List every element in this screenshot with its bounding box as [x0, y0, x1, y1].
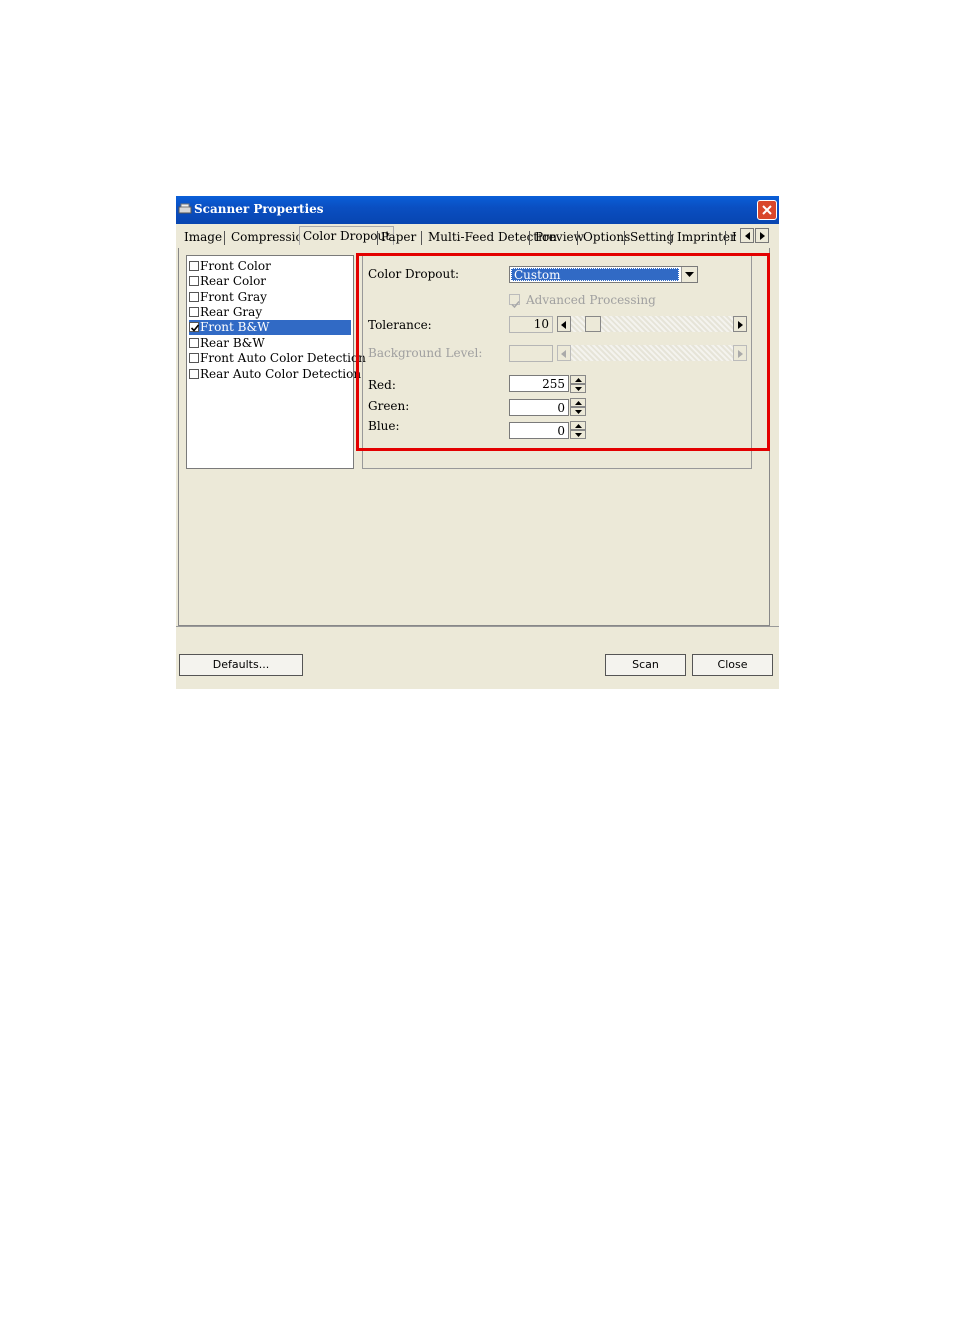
close-icon [762, 205, 772, 215]
tab-color-dropout[interactable]: Color Dropout [299, 226, 395, 245]
list-item-selected[interactable]: Front B&W [189, 320, 351, 335]
tab-truncated[interactable]: I [732, 230, 737, 244]
list-item[interactable]: Rear Gray [189, 305, 351, 320]
tab-paper[interactable]: Paper [381, 230, 416, 244]
footer-divider [176, 626, 779, 627]
tab-imprinter[interactable]: Imprinter [677, 230, 736, 244]
scanner-properties-window: Scanner Properties Image Compression Col… [176, 196, 779, 689]
list-item[interactable]: Front Color [189, 259, 351, 274]
arrow-left-icon [745, 232, 750, 240]
image-type-list[interactable]: Front Color Rear Color Front Gray Rear G… [186, 255, 366, 469]
checkbox[interactable] [189, 261, 199, 271]
checkbox[interactable] [189, 353, 199, 363]
list-item[interactable]: Rear Color [189, 274, 351, 289]
checkbox[interactable] [189, 276, 199, 286]
checkbox[interactable] [189, 338, 199, 348]
checkbox-checked[interactable] [189, 322, 200, 332]
scanner-icon [178, 203, 192, 214]
list-item[interactable]: Rear B&W [189, 336, 351, 351]
list-item-label: Rear Gray [200, 305, 263, 319]
list-item[interactable]: Front Auto Color Detection [189, 351, 366, 366]
tab-scroll-right-button[interactable] [755, 228, 769, 243]
window-title: Scanner Properties [194, 202, 324, 216]
tab-scroll-left-button[interactable] [740, 228, 754, 243]
tab-separator [624, 231, 625, 245]
tab-image[interactable]: Image [184, 230, 222, 244]
list-item-label: Front Auto Color Detection [200, 351, 366, 365]
tab-strip: Image Compression Color Dropout Paper Mu… [176, 226, 779, 248]
close-window-button[interactable] [757, 200, 777, 220]
list-item[interactable]: Rear Auto Color Detection [189, 367, 361, 382]
tab-separator [725, 231, 726, 245]
highlight-box [356, 253, 770, 451]
list-item-label: Front Color [200, 259, 271, 273]
arrow-right-icon [760, 232, 765, 240]
checkbox[interactable] [189, 369, 199, 379]
checkbox[interactable] [189, 307, 199, 317]
list-item-label: Rear Auto Color Detection [200, 367, 362, 381]
close-button[interactable]: Close [692, 654, 773, 676]
checkmark-icon [190, 324, 200, 332]
defaults-button[interactable]: Defaults... [179, 654, 303, 676]
scan-button[interactable]: Scan [605, 654, 686, 676]
tab-separator [377, 231, 378, 245]
tab-separator [224, 231, 225, 245]
list-item-label: Front Gray [200, 290, 267, 304]
list-item-label: Rear Color [200, 274, 267, 288]
list-item[interactable]: Front Gray [189, 290, 351, 305]
tab-separator [670, 231, 671, 245]
list-item-label: Rear B&W [200, 336, 265, 350]
tab-setting[interactable]: Setting [630, 230, 674, 244]
tab-separator [529, 231, 530, 245]
title-bar[interactable]: Scanner Properties [176, 196, 779, 224]
checkbox[interactable] [189, 292, 199, 302]
tab-separator [577, 231, 578, 245]
list-item-label: Front B&W [200, 320, 270, 334]
tab-separator [421, 231, 422, 245]
